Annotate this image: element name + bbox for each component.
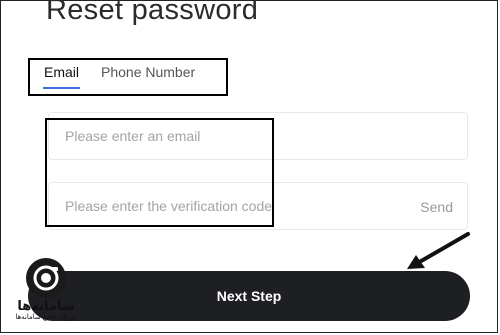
- next-step-button[interactable]: Next Step: [28, 271, 470, 321]
- annotation-arrow-icon: [407, 232, 470, 269]
- annotation-box-tabs: [28, 58, 228, 96]
- send-code-button[interactable]: Send: [420, 199, 453, 215]
- annotation-box-inputs: [45, 118, 274, 227]
- watermark-logo: سامانه‌ها پورتال جامع سامانه‌ها: [4, 258, 88, 330]
- watermark-tagline: پورتال جامع سامانه‌ها: [15, 314, 77, 321]
- camera-icon: [26, 258, 66, 298]
- page-title: Reset password: [46, 0, 259, 26]
- watermark-name: سامانه‌ها: [17, 298, 75, 313]
